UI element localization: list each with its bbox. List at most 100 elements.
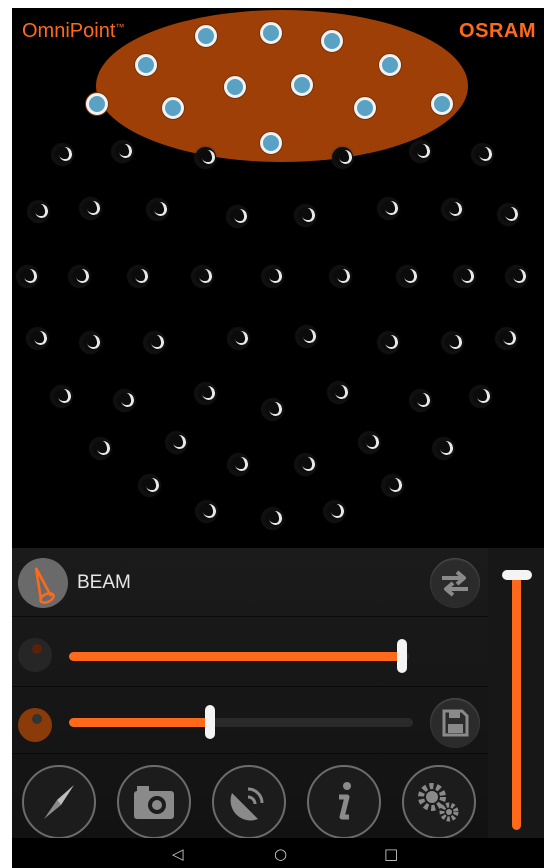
- unselected-light-point[interactable]: [295, 454, 316, 475]
- unselected-light-point[interactable]: [112, 141, 133, 162]
- satellite-dish-icon: [230, 787, 264, 821]
- selected-light-point[interactable]: [431, 93, 453, 115]
- unselected-light-point[interactable]: [442, 199, 463, 220]
- unselected-light-point[interactable]: [328, 382, 349, 403]
- unselected-light-point[interactable]: [27, 328, 48, 349]
- unselected-light-point[interactable]: [496, 328, 517, 349]
- light-point-stage[interactable]: OmniPoint™ OSRAM: [12, 8, 544, 548]
- unselected-light-point[interactable]: [498, 204, 519, 225]
- vertical-slider[interactable]: [488, 548, 544, 838]
- unselected-light-point[interactable]: [228, 328, 249, 349]
- osram-logo: OSRAM: [459, 20, 536, 42]
- back-button[interactable]: ◁: [172, 845, 184, 863]
- settings-button[interactable]: [402, 765, 476, 839]
- selection-area[interactable]: [96, 10, 468, 162]
- unselected-light-point[interactable]: [410, 390, 431, 411]
- unselected-light-point[interactable]: [147, 199, 168, 220]
- unselected-light-point[interactable]: [470, 386, 491, 407]
- unselected-light-point[interactable]: [378, 332, 399, 353]
- unselected-light-point[interactable]: [52, 144, 73, 165]
- unselected-light-point[interactable]: [433, 438, 454, 459]
- selected-light-point[interactable]: [379, 54, 401, 76]
- unselected-light-point[interactable]: [359, 432, 380, 453]
- beam-mode-label: BEAM: [77, 572, 131, 593]
- unselected-light-point[interactable]: [332, 147, 353, 168]
- control-rows: BEAM: [12, 548, 488, 839]
- bottom-toolbar: [12, 753, 488, 839]
- app-title: OmniPoint™: [22, 20, 125, 42]
- unselected-light-point[interactable]: [114, 390, 135, 411]
- unselected-light-point[interactable]: [228, 454, 249, 475]
- home-button[interactable]: ○: [274, 845, 287, 863]
- selected-light-point[interactable]: [260, 132, 282, 154]
- info-button[interactable]: [307, 765, 381, 839]
- unselected-light-point[interactable]: [139, 475, 160, 496]
- recents-button[interactable]: □: [384, 845, 398, 863]
- settings-gears-icon: [418, 783, 459, 822]
- selected-light-point[interactable]: [260, 22, 282, 44]
- unselected-light-point[interactable]: [262, 266, 283, 287]
- unselected-light-point[interactable]: [397, 266, 418, 287]
- selected-light-point[interactable]: [135, 54, 157, 76]
- selected-light-point[interactable]: [354, 97, 376, 119]
- selected-light-point[interactable]: [195, 25, 217, 47]
- selected-light-point[interactable]: [224, 76, 246, 98]
- unselected-light-point[interactable]: [80, 198, 101, 219]
- unselected-light-point[interactable]: [295, 205, 316, 226]
- intensity-slider[interactable]: [69, 705, 413, 739]
- unselected-light-point[interactable]: [144, 332, 165, 353]
- unselected-light-point[interactable]: [382, 475, 403, 496]
- vertical-slider-fill: [512, 572, 521, 830]
- floppy-disk-icon: [442, 709, 469, 737]
- unselected-light-point[interactable]: [195, 383, 216, 404]
- divider: [12, 686, 488, 687]
- compass-icon: [44, 785, 74, 819]
- control-panel: BEAM: [12, 548, 544, 839]
- compass-button[interactable]: [22, 765, 96, 839]
- beam-cone-icon[interactable]: [18, 558, 68, 608]
- dish-button[interactable]: [212, 765, 286, 839]
- unselected-light-point[interactable]: [262, 399, 283, 420]
- selected-light-point[interactable]: [162, 97, 184, 119]
- slider-indicator-orange: [18, 708, 52, 742]
- info-icon: [339, 782, 351, 820]
- unselected-light-point[interactable]: [51, 386, 72, 407]
- swap-button[interactable]: [430, 558, 480, 608]
- slider-thumb[interactable]: [397, 639, 408, 673]
- unselected-light-point[interactable]: [227, 206, 248, 227]
- unselected-light-point[interactable]: [128, 266, 149, 287]
- unselected-light-point[interactable]: [80, 332, 101, 353]
- system-navigation-bar: ◁ ○ □: [12, 838, 544, 868]
- slider-fill: [69, 718, 211, 727]
- unselected-light-point[interactable]: [166, 432, 187, 453]
- unselected-light-point[interactable]: [324, 501, 345, 522]
- slider-thumb[interactable]: [205, 705, 216, 739]
- unselected-light-point[interactable]: [442, 332, 463, 353]
- unselected-light-point[interactable]: [454, 266, 475, 287]
- unselected-light-point[interactable]: [195, 147, 216, 168]
- unselected-light-point[interactable]: [262, 508, 283, 529]
- unselected-light-point[interactable]: [330, 266, 351, 287]
- unselected-light-point[interactable]: [410, 141, 431, 162]
- selected-light-point[interactable]: [291, 74, 313, 96]
- camera-button[interactable]: [117, 765, 191, 839]
- unselected-light-point[interactable]: [506, 266, 527, 287]
- slider-indicator-dark: [18, 638, 52, 672]
- unselected-light-point[interactable]: [17, 266, 38, 287]
- unselected-light-point[interactable]: [296, 326, 317, 347]
- camera-icon: [134, 786, 174, 819]
- divider: [12, 616, 488, 617]
- brightness-slider[interactable]: [69, 639, 409, 673]
- unselected-light-point[interactable]: [196, 501, 217, 522]
- unselected-light-point[interactable]: [90, 438, 111, 459]
- unselected-light-point[interactable]: [28, 201, 49, 222]
- unselected-light-point[interactable]: [472, 144, 493, 165]
- selected-light-point[interactable]: [321, 30, 343, 52]
- unselected-light-point[interactable]: [69, 266, 90, 287]
- unselected-light-point[interactable]: [192, 266, 213, 287]
- save-button[interactable]: [430, 698, 480, 748]
- unselected-light-point[interactable]: [378, 198, 399, 219]
- swap-arrows-icon: [442, 570, 468, 597]
- selected-light-point[interactable]: [86, 93, 108, 115]
- vertical-slider-thumb[interactable]: [502, 570, 532, 580]
